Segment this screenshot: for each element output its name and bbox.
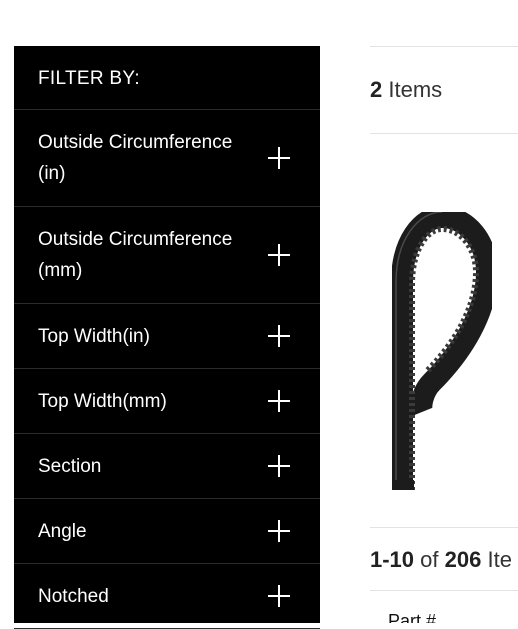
- item-count-number: 2: [370, 77, 383, 102]
- range-value: 1-10: [370, 547, 415, 572]
- plus-icon[interactable]: [268, 147, 290, 169]
- plus-icon[interactable]: [268, 244, 290, 266]
- filter-sidebar: FILTER BY: Outside Circumference (in) Ou…: [14, 46, 320, 629]
- item-count-label: Items: [388, 77, 443, 102]
- filter-top-width-in[interactable]: Top Width(in): [14, 304, 320, 369]
- filter-label: Outside Circumference (in): [38, 132, 233, 184]
- results-panel: 2 Items 1-10 of 206 Ite Part #: [370, 0, 518, 623]
- filter-outside-circumference-in[interactable]: Outside Circumference (in): [14, 110, 320, 207]
- item-count: 2 Items: [370, 77, 442, 103]
- total-label: Ite: [487, 547, 512, 572]
- divider: [370, 527, 518, 528]
- belt-product-image[interactable]: [392, 212, 492, 492]
- filter-by-heading: FILTER BY:: [14, 46, 320, 110]
- divider: [370, 590, 518, 591]
- sort-part-number[interactable]: Part #: [388, 611, 436, 623]
- filter-outside-circumference-mm[interactable]: Outside Circumference (mm): [14, 207, 320, 304]
- sort-label: Part #: [388, 611, 437, 623]
- filter-label: Section: [38, 455, 102, 477]
- filter-notched[interactable]: Notched: [14, 564, 320, 629]
- filter-top-width-mm[interactable]: Top Width(mm): [14, 369, 320, 434]
- divider: [370, 46, 518, 47]
- divider: [370, 133, 518, 134]
- filter-label: Angle: [38, 520, 87, 542]
- filter-section[interactable]: Section: [14, 434, 320, 499]
- plus-icon[interactable]: [268, 455, 290, 477]
- filter-label: Notched: [38, 585, 109, 607]
- of-label: of: [420, 547, 439, 572]
- filter-label: Top Width(in): [38, 325, 150, 347]
- total-value: 206: [444, 547, 482, 572]
- plus-icon[interactable]: [268, 325, 290, 347]
- plus-icon[interactable]: [268, 390, 290, 412]
- filter-label: Top Width(mm): [38, 390, 167, 412]
- pagination-summary: 1-10 of 206 Ite: [370, 547, 512, 573]
- plus-icon[interactable]: [268, 520, 290, 542]
- filter-label: Outside Circumference (mm): [38, 229, 233, 281]
- plus-icon[interactable]: [268, 585, 290, 607]
- filter-angle[interactable]: Angle: [14, 499, 320, 564]
